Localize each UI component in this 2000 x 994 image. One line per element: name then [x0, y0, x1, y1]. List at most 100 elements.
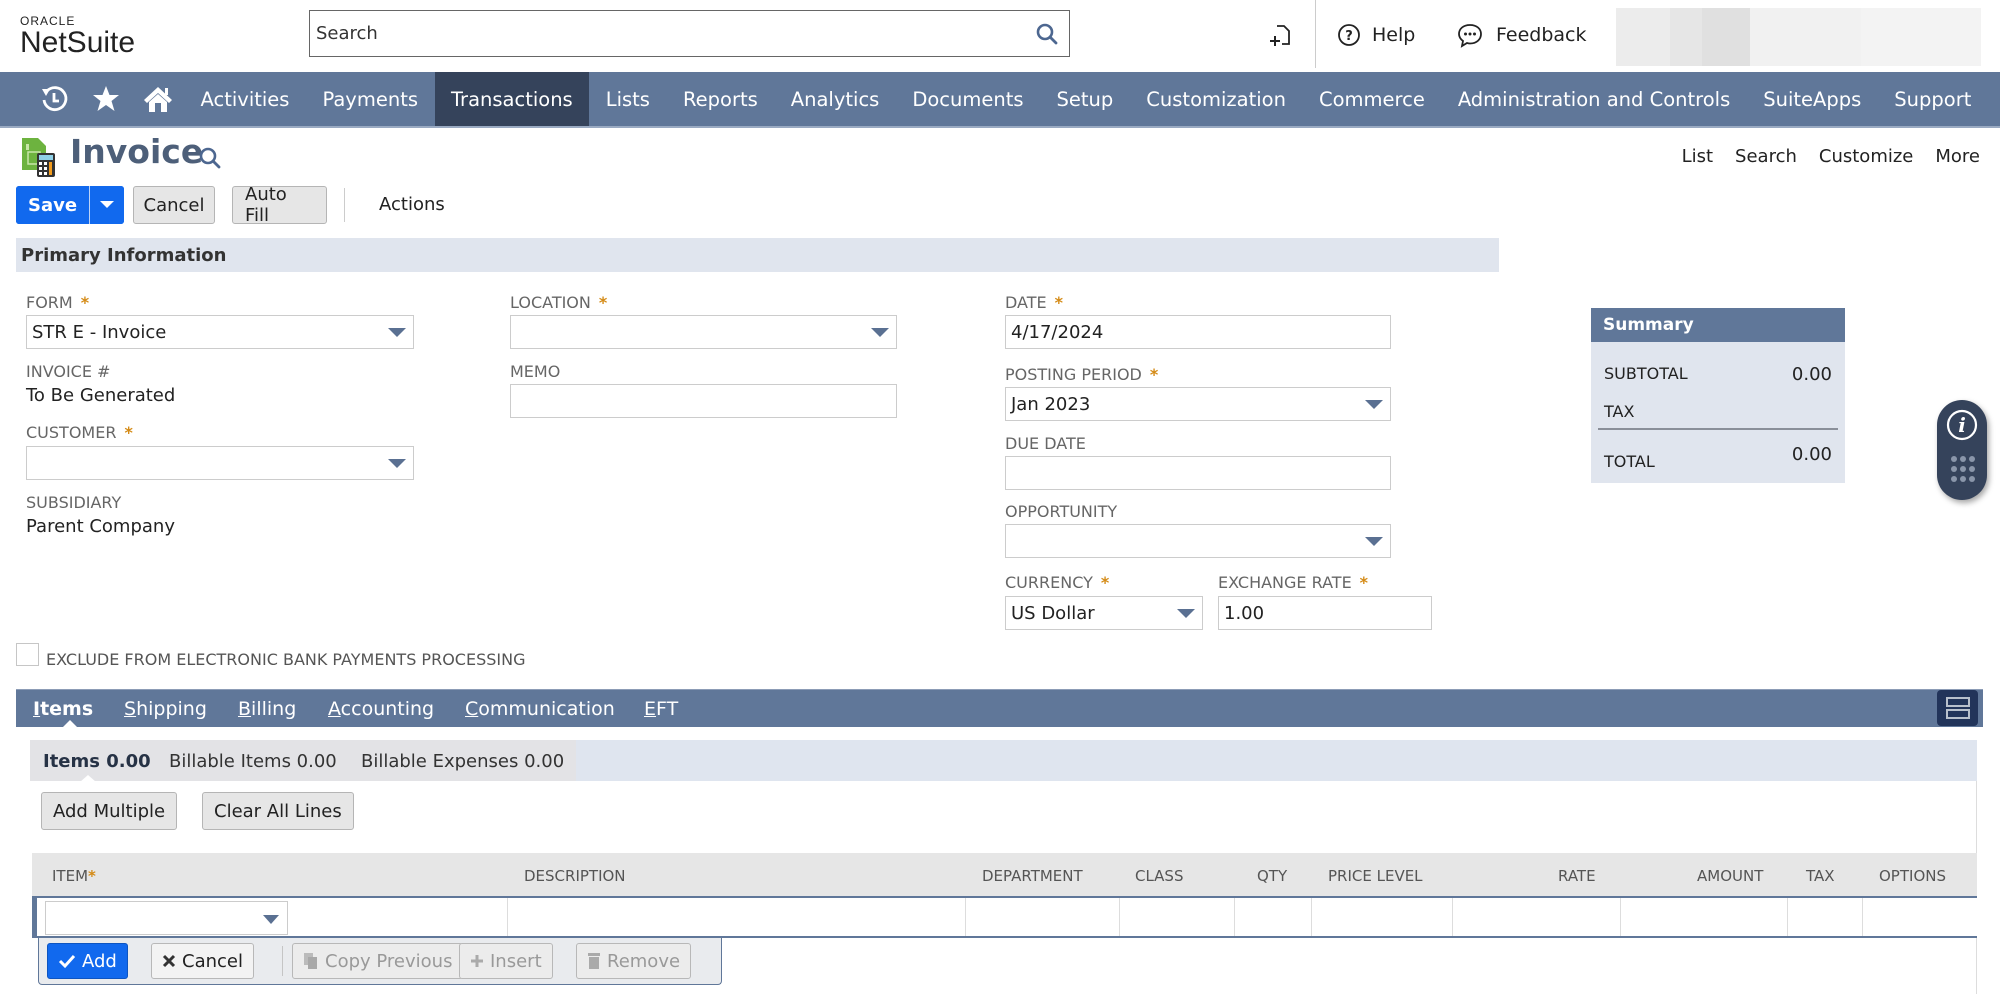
global-search-input[interactable]: [310, 11, 1010, 55]
nav-lists[interactable]: Lists: [589, 72, 666, 126]
logo-netsuite-text: NetSuite: [20, 26, 136, 59]
exchange-rate-input[interactable]: 1.00: [1218, 596, 1432, 630]
exclude-ebp-label: EXCLUDE FROM ELECTRONIC BANK PAYMENTS PR…: [46, 650, 526, 669]
netsuite-logo[interactable]: ORACLE NetSuite: [20, 14, 135, 58]
nav-support[interactable]: Support: [1878, 72, 1988, 126]
cancel-line-button[interactable]: Cancel: [151, 943, 254, 979]
nav-customization[interactable]: Customization: [1130, 72, 1303, 126]
class-cell[interactable]: [1234, 898, 1235, 936]
nav-setup[interactable]: Setup: [1040, 72, 1130, 126]
search-link[interactable]: Search: [1735, 146, 1797, 167]
recent-records-button[interactable]: [28, 72, 80, 126]
location-select[interactable]: [510, 315, 897, 349]
description-cell[interactable]: [965, 898, 966, 936]
save-options-dropdown[interactable]: [89, 186, 125, 224]
column-header-qty[interactable]: QTY: [1257, 867, 1287, 885]
column-header-price-level[interactable]: PRICE LEVEL: [1328, 867, 1423, 885]
date-value: 4/17/2024: [1011, 321, 1104, 343]
invoice-number-label: INVOICE #: [26, 362, 111, 381]
add-multiple-button[interactable]: Add Multiple: [41, 792, 178, 830]
column-header-options[interactable]: OPTIONS: [1879, 867, 1946, 885]
column-header-item[interactable]: ITEM*: [52, 867, 96, 885]
currency-select[interactable]: US Dollar: [1005, 596, 1203, 630]
due-date-label: DUE DATE: [1005, 434, 1086, 453]
customize-link[interactable]: Customize: [1819, 146, 1913, 167]
nav-reports[interactable]: Reports: [666, 72, 774, 126]
tab-items[interactable]: Items: [33, 698, 93, 720]
create-new-record-icon[interactable]: [1268, 22, 1294, 53]
save-button[interactable]: Save: [16, 186, 90, 224]
feedback-link[interactable]: Feedback: [1456, 22, 1586, 48]
nav-payments[interactable]: Payments: [306, 72, 435, 126]
subtab-billable-expenses[interactable]: Billable Expenses 0.00: [361, 751, 564, 772]
copy-previous-button[interactable]: Copy Previous: [292, 943, 464, 979]
subtab-items[interactable]: Items 0.00: [43, 751, 151, 772]
checkmark-icon: [58, 954, 76, 969]
date-input[interactable]: 4/17/2024: [1005, 315, 1391, 349]
info-icon[interactable]: i: [1945, 408, 1979, 447]
form-select[interactable]: STR E - Invoice: [26, 315, 414, 349]
actions-menu[interactable]: Actions: [379, 194, 445, 215]
department-cell[interactable]: [1119, 898, 1120, 936]
tax-cell[interactable]: [1862, 898, 1863, 936]
auto-fill-button[interactable]: Auto Fill: [232, 184, 327, 226]
nav-transactions[interactable]: Transactions: [434, 72, 590, 126]
help-link[interactable]: ? Help: [1336, 22, 1415, 48]
line-actions-divider: [282, 946, 283, 976]
list-link[interactable]: List: [1682, 146, 1713, 167]
column-header-department[interactable]: DEPARTMENT: [982, 867, 1083, 885]
toggle-layout-button[interactable]: [1937, 690, 1978, 726]
memo-label: MEMO: [510, 362, 561, 381]
tab-shipping[interactable]: Shipping: [124, 698, 207, 720]
date-label: DATE *: [1005, 293, 1063, 312]
column-header-tax[interactable]: TAX: [1806, 867, 1835, 885]
column-header-class[interactable]: CLASS: [1135, 867, 1183, 885]
star-icon: [93, 86, 119, 111]
main-nav: Activities Payments Transactions Lists R…: [0, 72, 2000, 128]
tab-eft[interactable]: EFT: [644, 698, 678, 720]
apps-grid-icon[interactable]: [1950, 455, 1976, 488]
remove-line-button[interactable]: Remove: [576, 943, 692, 979]
subtab-billable-items[interactable]: Billable Items 0.00: [169, 751, 337, 772]
nav-analytics[interactable]: Analytics: [774, 72, 896, 126]
exclude-ebp-checkbox[interactable]: [16, 643, 39, 666]
global-search[interactable]: [309, 10, 1070, 57]
invoice-record-icon: [20, 136, 58, 183]
primary-information-header[interactable]: Primary Information: [16, 238, 1499, 272]
user-menu-redacted[interactable]: [1616, 8, 1670, 66]
shortcuts-button[interactable]: [80, 72, 132, 126]
clear-all-lines-button[interactable]: Clear All Lines: [202, 792, 354, 830]
nav-suiteapps[interactable]: SuiteApps: [1747, 72, 1878, 126]
item-select[interactable]: [45, 901, 288, 935]
memo-input[interactable]: [510, 384, 897, 418]
cancel-button[interactable]: Cancel: [133, 186, 215, 224]
price-level-cell[interactable]: [1452, 898, 1453, 936]
more-link[interactable]: More: [1935, 146, 1980, 167]
add-line-button[interactable]: Add: [47, 943, 128, 979]
posting-period-label: POSTING PERIOD *: [1005, 365, 1159, 384]
svg-text:i: i: [1958, 413, 1966, 437]
insert-line-button[interactable]: Insert: [459, 943, 553, 979]
record-search-icon[interactable]: [198, 146, 222, 175]
search-icon[interactable]: [1035, 22, 1059, 51]
nav-commerce[interactable]: Commerce: [1302, 72, 1441, 126]
tab-billing[interactable]: Billing: [238, 698, 296, 720]
rate-cell[interactable]: [1620, 898, 1621, 936]
toolbar-divider: [344, 188, 345, 222]
due-date-input[interactable]: [1005, 456, 1391, 490]
posting-period-select[interactable]: Jan 2023: [1005, 387, 1391, 421]
amount-cell[interactable]: [1787, 898, 1788, 936]
subsidiary-label: SUBSIDIARY: [26, 493, 122, 512]
nav-administration-and-controls[interactable]: Administration and Controls: [1441, 72, 1746, 126]
column-header-description[interactable]: DESCRIPTION: [524, 867, 626, 885]
tab-communication[interactable]: Communication: [465, 698, 615, 720]
home-button[interactable]: [132, 72, 184, 126]
tab-accounting[interactable]: Accounting: [328, 698, 434, 720]
nav-documents[interactable]: Documents: [896, 72, 1040, 126]
column-header-amount[interactable]: AMOUNT: [1697, 867, 1763, 885]
qty-cell[interactable]: [1311, 898, 1312, 936]
column-header-rate[interactable]: RATE: [1558, 867, 1596, 885]
nav-activities[interactable]: Activities: [184, 72, 306, 126]
opportunity-select[interactable]: [1005, 524, 1391, 558]
customer-select[interactable]: [26, 446, 414, 480]
